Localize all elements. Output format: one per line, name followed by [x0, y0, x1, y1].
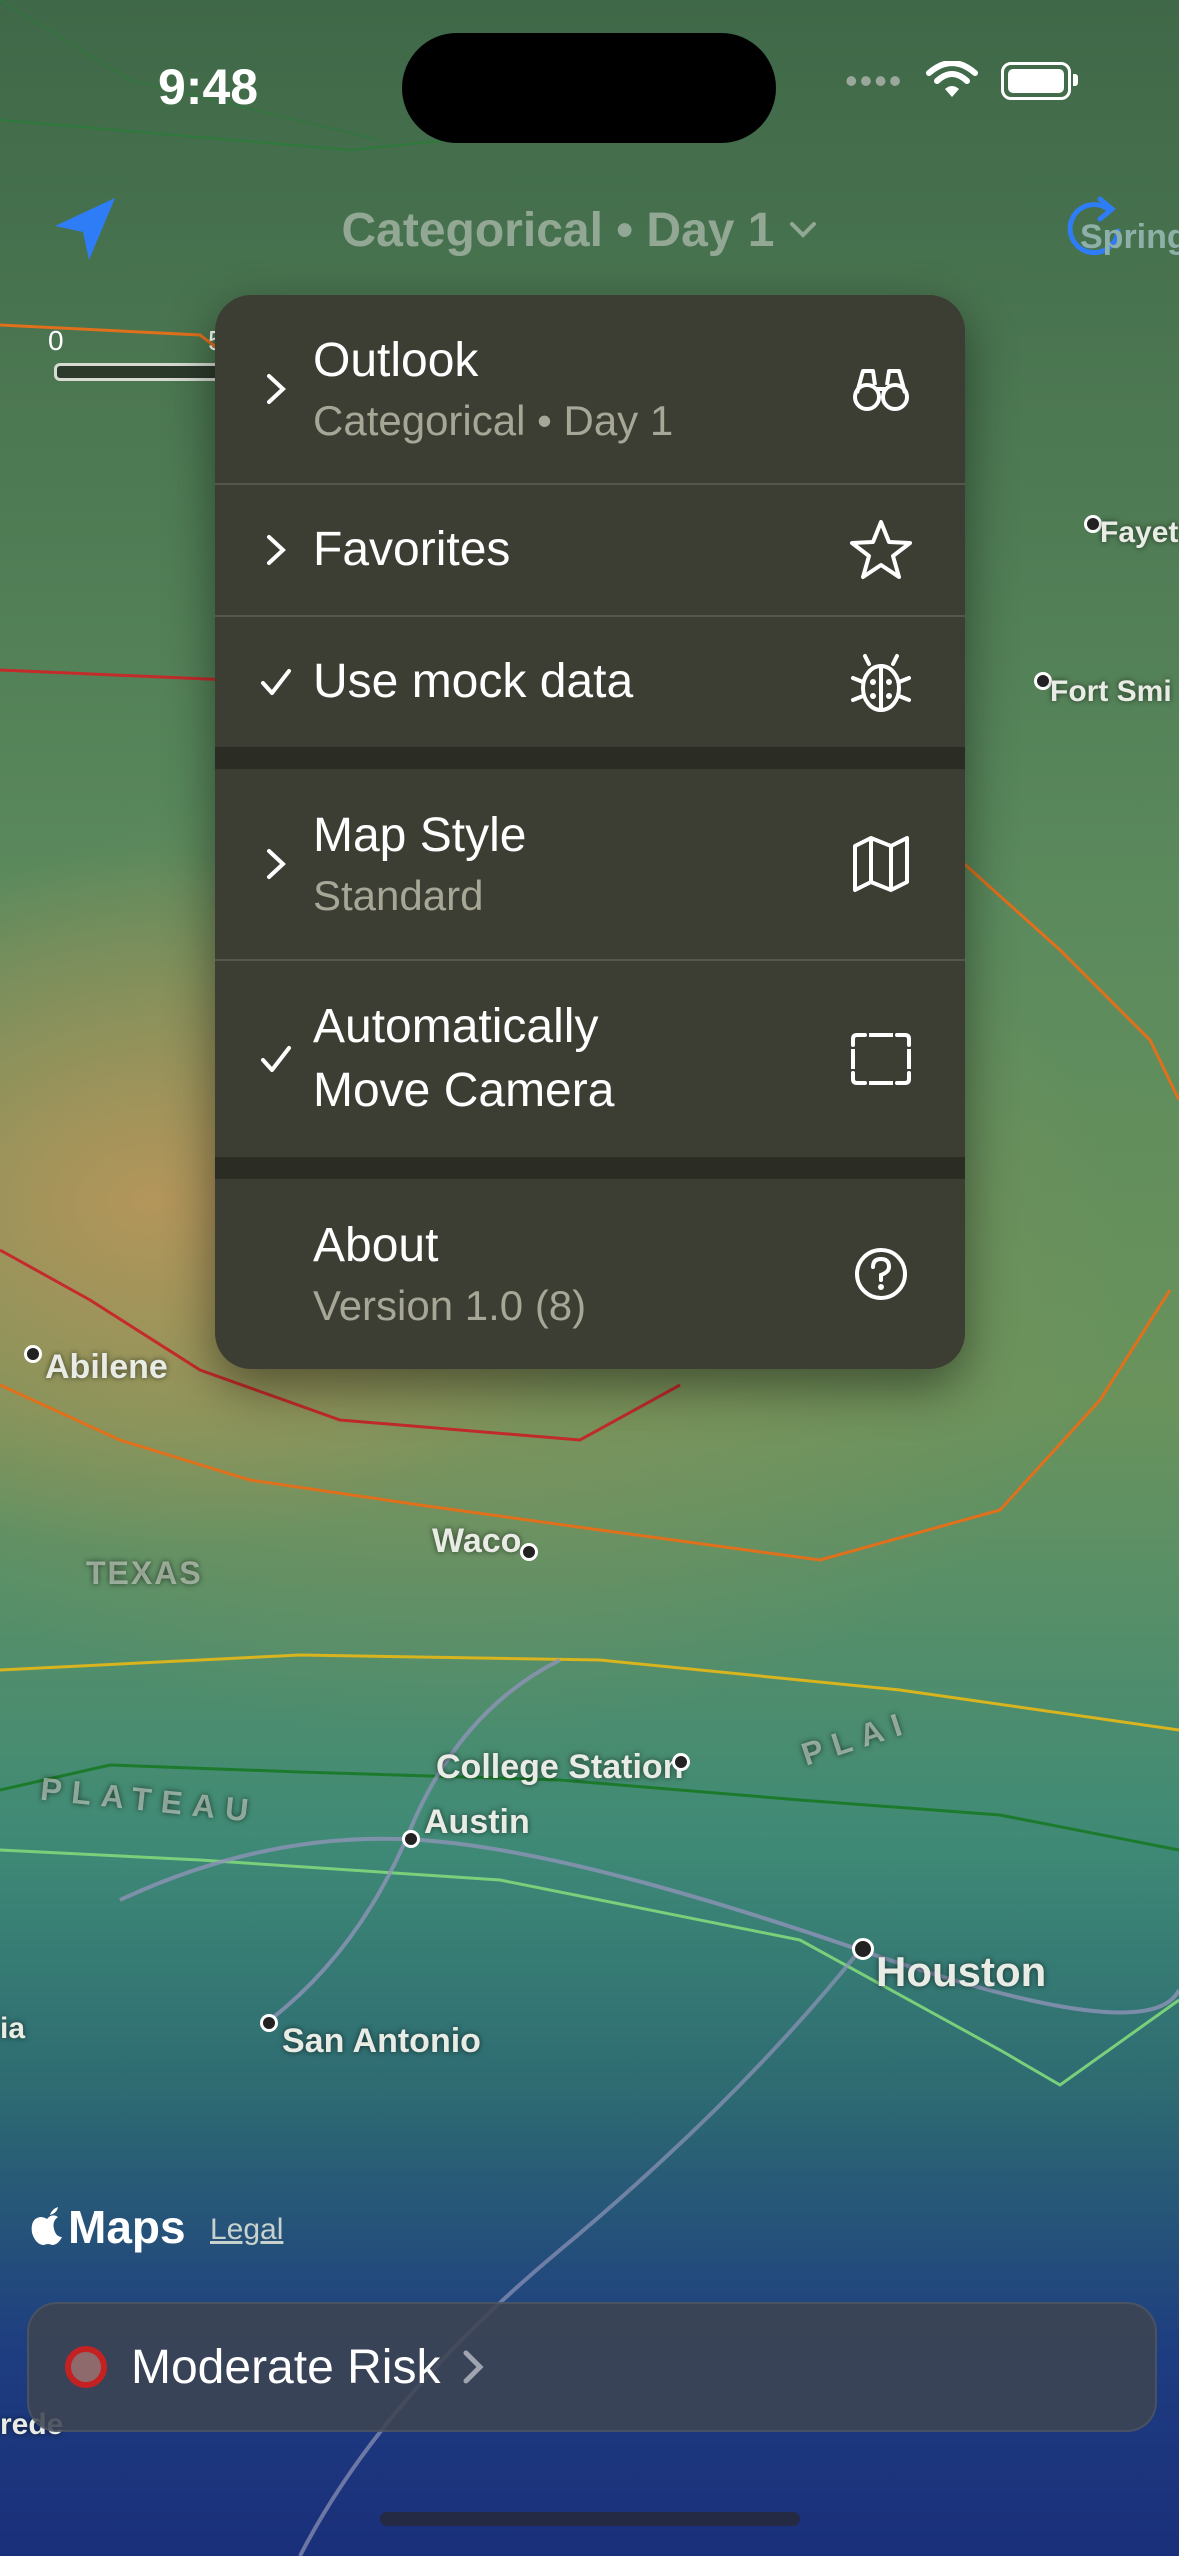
menu-outlook-subtitle: Categorical • Day 1 — [313, 397, 674, 444]
place-texas: TEXAS — [86, 1555, 203, 1591]
maps-brand-text: Maps — [68, 2201, 186, 2253]
risk-level-indicator — [65, 2346, 107, 2388]
question-circle-icon — [855, 1248, 907, 1300]
binoculars-icon — [853, 369, 909, 411]
city-dot — [402, 1830, 420, 1848]
risk-summary-button[interactable]: Moderate Risk — [27, 2302, 1157, 2432]
scale-label-start: 0 — [48, 325, 64, 356]
city-dot — [520, 1543, 538, 1561]
menu-item-about[interactable]: About Version 1.0 (8) — [215, 1179, 965, 1369]
home-indicator[interactable] — [380, 2512, 800, 2526]
menu-auto-camera-line1: Automatically — [313, 1000, 599, 1053]
status-time: 9:48 — [158, 59, 259, 115]
map-label-spring: Spring — [1080, 218, 1179, 256]
menu-map-style-subtitle: Standard — [313, 872, 484, 919]
chevron-right-icon — [267, 374, 286, 404]
city-dot — [852, 1938, 874, 1960]
menu-mock-data-title: Use mock data — [313, 655, 634, 708]
apple-logo-icon — [31, 2207, 62, 2245]
menu-favorites-title: Favorites — [313, 523, 511, 576]
city-dot — [672, 1753, 690, 1771]
risk-label: Moderate Risk — [131, 2340, 441, 2394]
scale-bar — [54, 363, 240, 381]
place-college-station: College Station — [436, 1748, 684, 1786]
cellular-signal-icon: •••• — [845, 60, 904, 101]
menu-about-title: About — [313, 1219, 439, 1272]
place-austin: Austin — [424, 1803, 530, 1841]
menu-about-subtitle: Version 1.0 (8) — [313, 1282, 587, 1329]
status-icons: •••• — [845, 60, 1079, 102]
place-waco: Waco — [432, 1522, 522, 1560]
city-dot — [24, 1345, 42, 1363]
menu-map-style-title: Map Style — [313, 809, 527, 862]
menu-section-separator — [215, 1157, 965, 1179]
menu-outlook-title: Outlook — [313, 334, 479, 387]
star-icon — [850, 520, 912, 579]
place-abilene: Abilene — [45, 1348, 168, 1386]
chevron-down-icon — [790, 222, 817, 238]
place-houston: Houston — [876, 1948, 1047, 1995]
current-location-button[interactable] — [45, 190, 135, 270]
chevron-right-icon — [267, 849, 286, 879]
wifi-icon — [926, 61, 979, 97]
chevron-right-icon — [463, 2350, 484, 2384]
ladybug-icon — [851, 654, 911, 712]
outlook-title-button[interactable]: Categorical • Day 1 — [300, 195, 860, 265]
menu-item-auto-camera[interactable]: Automatically Move Camera — [215, 959, 965, 1157]
legal-link[interactable]: Legal — [210, 2213, 283, 2247]
battery-icon — [1001, 62, 1079, 100]
apple-maps-logo: Maps — [30, 2200, 186, 2254]
location-arrow-icon — [55, 198, 115, 260]
place-san-antonio: San Antonio — [282, 2022, 481, 2060]
checkmark-icon — [261, 1046, 291, 1072]
viewfinder-icon — [851, 1033, 911, 1085]
menu-auto-camera-line2: Move Camera — [313, 1064, 615, 1117]
options-menu: Outlook Categorical • Day 1 Favorites Us… — [215, 295, 965, 1369]
map-icon — [853, 836, 909, 892]
checkmark-icon — [261, 669, 291, 695]
dynamic-island — [402, 33, 776, 143]
place-cut-left: ia — [0, 2012, 26, 2045]
menu-item-map-style[interactable]: Map Style Standard — [215, 769, 965, 959]
menu-item-favorites[interactable]: Favorites — [215, 483, 965, 615]
menu-section-separator — [215, 747, 965, 769]
city-dot — [260, 2014, 278, 2032]
menu-item-outlook[interactable]: Outlook Categorical • Day 1 — [215, 295, 965, 483]
nav-title: Categorical • Day 1 — [341, 203, 775, 257]
menu-item-mock-data[interactable]: Use mock data — [215, 615, 965, 747]
chevron-right-icon — [267, 535, 286, 565]
place-fort-smith: Fort Smi — [1050, 675, 1172, 708]
place-fayetteville: Fayet — [1100, 516, 1179, 549]
